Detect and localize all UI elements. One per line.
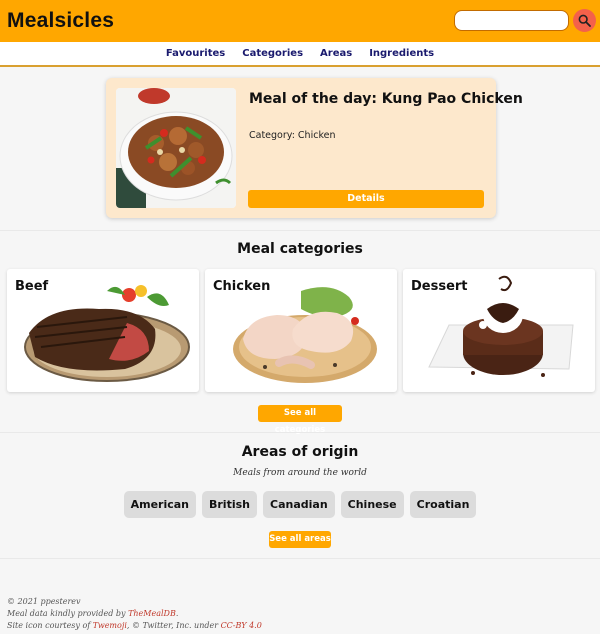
- footer-data-prefix: Meal data kindly provided by: [7, 609, 129, 618]
- magnifier-icon: [578, 14, 591, 27]
- category-card-chicken[interactable]: Chicken: [205, 269, 397, 392]
- footer-icon-prefix: Site icon courtesy of: [7, 621, 93, 630]
- meal-of-the-day-title: Meal of the day: Kung Pao Chicken: [249, 91, 523, 107]
- footer-icon-middle: , © Twitter, Inc. under: [126, 621, 221, 630]
- area-chinese[interactable]: Chinese: [340, 491, 404, 518]
- footer: © 2021 ppesterev Meal data kindly provid…: [7, 596, 262, 632]
- search-input[interactable]: [454, 10, 569, 31]
- section-divider: [0, 558, 600, 559]
- category-name: Chicken: [213, 279, 271, 294]
- category-card-dessert[interactable]: Dessert: [403, 269, 595, 392]
- area-american[interactable]: American: [123, 491, 196, 518]
- meal-of-the-day-category: Category: Chicken: [249, 130, 336, 141]
- twemoji-link[interactable]: Twemoji: [93, 621, 127, 630]
- categories-heading: Meal categories: [237, 241, 363, 257]
- nav-categories[interactable]: Categories: [242, 48, 303, 65]
- footer-icon-credit: Site icon courtesy of Twemoji, © Twitter…: [7, 620, 262, 632]
- footer-data-credit: Meal data kindly provided by TheMealDB.: [7, 608, 262, 620]
- see-all-categories-button[interactable]: See all categories: [258, 405, 342, 435]
- license-link[interactable]: CC-BY 4.0: [221, 621, 262, 630]
- app-logo[interactable]: Mealsicles: [7, 9, 114, 33]
- footer-copyright: © 2021 ppesterev: [7, 597, 81, 606]
- area-british[interactable]: British: [202, 491, 257, 518]
- nav-ingredients[interactable]: Ingredients: [369, 48, 434, 65]
- category-card-beef[interactable]: Beef: [7, 269, 199, 392]
- nav-areas[interactable]: Areas: [320, 48, 352, 65]
- section-divider: [0, 230, 600, 231]
- area-croatian[interactable]: Croatian: [409, 491, 477, 518]
- areas-heading: Areas of origin: [241, 444, 359, 460]
- category-name: Dessert: [411, 279, 468, 294]
- area-canadian[interactable]: Canadian: [263, 491, 335, 518]
- nav-favourites[interactable]: Favourites: [166, 48, 225, 65]
- main-nav: Favourites Categories Areas Ingredients: [0, 42, 600, 67]
- header-bar: Mealsicles: [0, 0, 600, 42]
- search-button[interactable]: [573, 9, 596, 32]
- meal-of-the-day-image[interactable]: [116, 88, 236, 208]
- category-name: Beef: [15, 279, 49, 294]
- footer-data-suffix: .: [175, 609, 179, 618]
- themealdb-link[interactable]: TheMealDB: [128, 609, 176, 618]
- areas-subtitle: Meals from around the world: [233, 468, 367, 478]
- areas-list: American British Canadian Chinese Croati…: [0, 491, 600, 518]
- details-button[interactable]: Details: [248, 190, 484, 208]
- see-all-areas-button[interactable]: See all areas: [269, 531, 331, 548]
- section-divider: [0, 432, 600, 433]
- meal-of-the-day-card: Meal of the day: Kung Pao Chicken Catego…: [106, 78, 523, 218]
